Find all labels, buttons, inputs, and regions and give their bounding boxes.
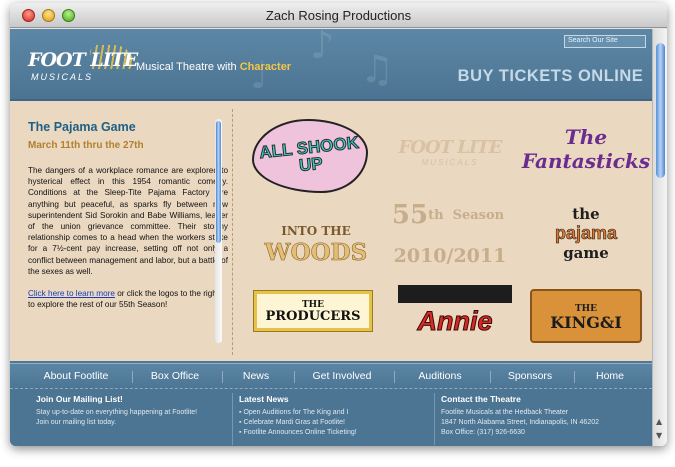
contact-column: Contact the Theatre Footlite Musicals at…	[441, 394, 646, 438]
mailing-list-column: Join Our Mailing List! Stay up-to-date o…	[36, 394, 226, 428]
article-dates: March 11th thru the 27th	[28, 140, 144, 151]
all-shook-up-text: ALL SHOOK UP	[258, 132, 360, 176]
pajama-text: pajama	[554, 222, 618, 243]
nav-get-involved[interactable]: Get Involved	[300, 364, 384, 389]
mailing-list-line[interactable]: Join our mailing list today.	[36, 418, 226, 428]
show-logo-all-shook-up[interactable]: ALL SHOOK UP	[252, 119, 368, 193]
show-logo-into-the-woods[interactable]: INTO THE WOODS	[256, 211, 376, 273]
mailing-list-title[interactable]: Join Our Mailing List!	[36, 394, 226, 404]
nav-separator	[132, 371, 133, 383]
nav-separator	[294, 371, 295, 383]
site-footer: Join Our Mailing List! Stay up-to-date o…	[10, 388, 652, 446]
site-tagline: Musical Theatre with Character	[136, 61, 291, 73]
news-list: Open Auditions for The King and I Celebr…	[239, 408, 429, 438]
nav-box-office[interactable]: Box Office	[138, 364, 212, 389]
nav-separator	[490, 371, 491, 383]
page-scrollbar[interactable]: ▲ ▼	[652, 29, 667, 446]
show-logo-producers[interactable]: THE PRODUCERS	[254, 291, 372, 331]
window-title: Zach Rosing Productions	[265, 8, 412, 23]
featured-article: The Pajama Game March 11th thru the 27th…	[28, 111, 228, 343]
music-note-decoration: ♫	[360, 47, 395, 91]
search-input[interactable]: Search Our Site	[564, 35, 646, 48]
show-logo-king-and-i[interactable]: THE KING&I	[530, 289, 642, 343]
page-viewport: ♪ ♫ ♩ FOOT LITE MUSICALS Musical Theatre…	[10, 29, 652, 446]
nav-news[interactable]: News	[228, 364, 284, 389]
season-word: Season	[452, 207, 505, 223]
tagline-highlight: Character	[239, 61, 292, 73]
contact-line: 1847 North Alabama Street, Indianapolis,…	[441, 419, 599, 426]
king-and-i-text: KING&I	[550, 313, 622, 332]
footlite-logo[interactable]: FOOT LITE MUSICALS	[28, 45, 138, 87]
logo-subtitle: MUSICALS	[31, 72, 94, 82]
article-more: Click here to learn more or click the lo…	[28, 288, 228, 310]
nav-sponsors[interactable]: Sponsors	[496, 364, 564, 389]
news-item[interactable]: Celebrate Mardi Gras at Footlite!	[239, 418, 429, 428]
contact-line: Footlite Musicals at the Hedback Theater	[441, 409, 569, 416]
browser-window: Zach Rosing Productions ♪ ♫ ♩ FOOT LITE …	[10, 3, 667, 446]
latest-news-title: Latest News	[239, 394, 289, 404]
latest-news-column: Latest News Open Auditions for The King …	[239, 394, 429, 438]
content-divider	[232, 109, 233, 355]
nav-about-footlite[interactable]: About Footlite	[26, 364, 126, 389]
nav-home[interactable]: Home	[580, 364, 640, 389]
article-title: The Pajama Game	[28, 120, 136, 134]
article-scroll-thumb[interactable]	[216, 121, 221, 243]
season-number: 55th Season	[392, 193, 504, 237]
music-note-decoration: ♩	[250, 53, 268, 97]
article-body: The dangers of a workplace romance are e…	[28, 166, 228, 276]
site-header: ♪ ♫ ♩ FOOT LITE MUSICALS Musical Theatre…	[10, 29, 652, 99]
show-logo-annie[interactable]: Annie	[398, 277, 512, 347]
producers-text: PRODUCERS	[265, 309, 361, 324]
woods-text: WOODS	[264, 239, 368, 266]
news-item[interactable]: Footlite Announces Online Ticketing!	[239, 428, 429, 438]
tagline-prefix: Musical Theatre with	[136, 61, 240, 73]
main-content: The Pajama Game March 11th thru the 27th…	[10, 99, 652, 361]
footer-column-separator	[434, 393, 435, 445]
game-text: game	[563, 243, 609, 262]
contact-line: Box Office: (317) 926-6630	[441, 429, 525, 436]
music-note-decoration: ♪	[310, 29, 335, 67]
scroll-up-arrow-icon[interactable]: ▲	[656, 417, 662, 426]
nav-separator	[574, 371, 575, 383]
footer-column-separator	[232, 393, 233, 445]
season-years: 2010/2011	[393, 245, 507, 267]
pajama-the-text: the	[572, 204, 600, 223]
contact-title: Contact the Theatre	[441, 394, 521, 404]
page-scroll-thumb[interactable]	[656, 43, 665, 178]
title-bar: Zach Rosing Productions	[10, 3, 667, 28]
footer-navigation: About Footlite Box Office News Get Invol…	[10, 363, 652, 388]
season-logo-subtitle: MUSICALS	[421, 158, 479, 167]
article-scrollbar[interactable]	[215, 119, 222, 343]
nav-separator	[394, 371, 395, 383]
nav-separator	[222, 371, 223, 383]
show-logo-fantasticks[interactable]: The Fantasticks	[522, 123, 650, 175]
season-number-value: 55	[391, 200, 429, 230]
scroll-down-arrow-icon[interactable]: ▼	[656, 431, 662, 440]
show-logo-pajama-game[interactable]: the pajama game	[532, 187, 640, 279]
mailing-list-line: Stay up-to-date on everything happening …	[36, 409, 198, 416]
season-footlite-logo: FOOT LITE MUSICALS	[390, 121, 510, 183]
season-logo-wordmark: FOOT LITE	[398, 137, 503, 158]
news-item[interactable]: Open Auditions for The King and I	[239, 408, 429, 418]
learn-more-link[interactable]: Click here to learn more	[28, 289, 115, 298]
season-number-suffix: th	[428, 207, 444, 223]
buy-tickets-link[interactable]: BUY TICKETS ONLINE	[456, 65, 645, 88]
nav-auditions[interactable]: Auditions	[400, 364, 480, 389]
logo-wordmark: FOOT LITE	[28, 49, 138, 71]
